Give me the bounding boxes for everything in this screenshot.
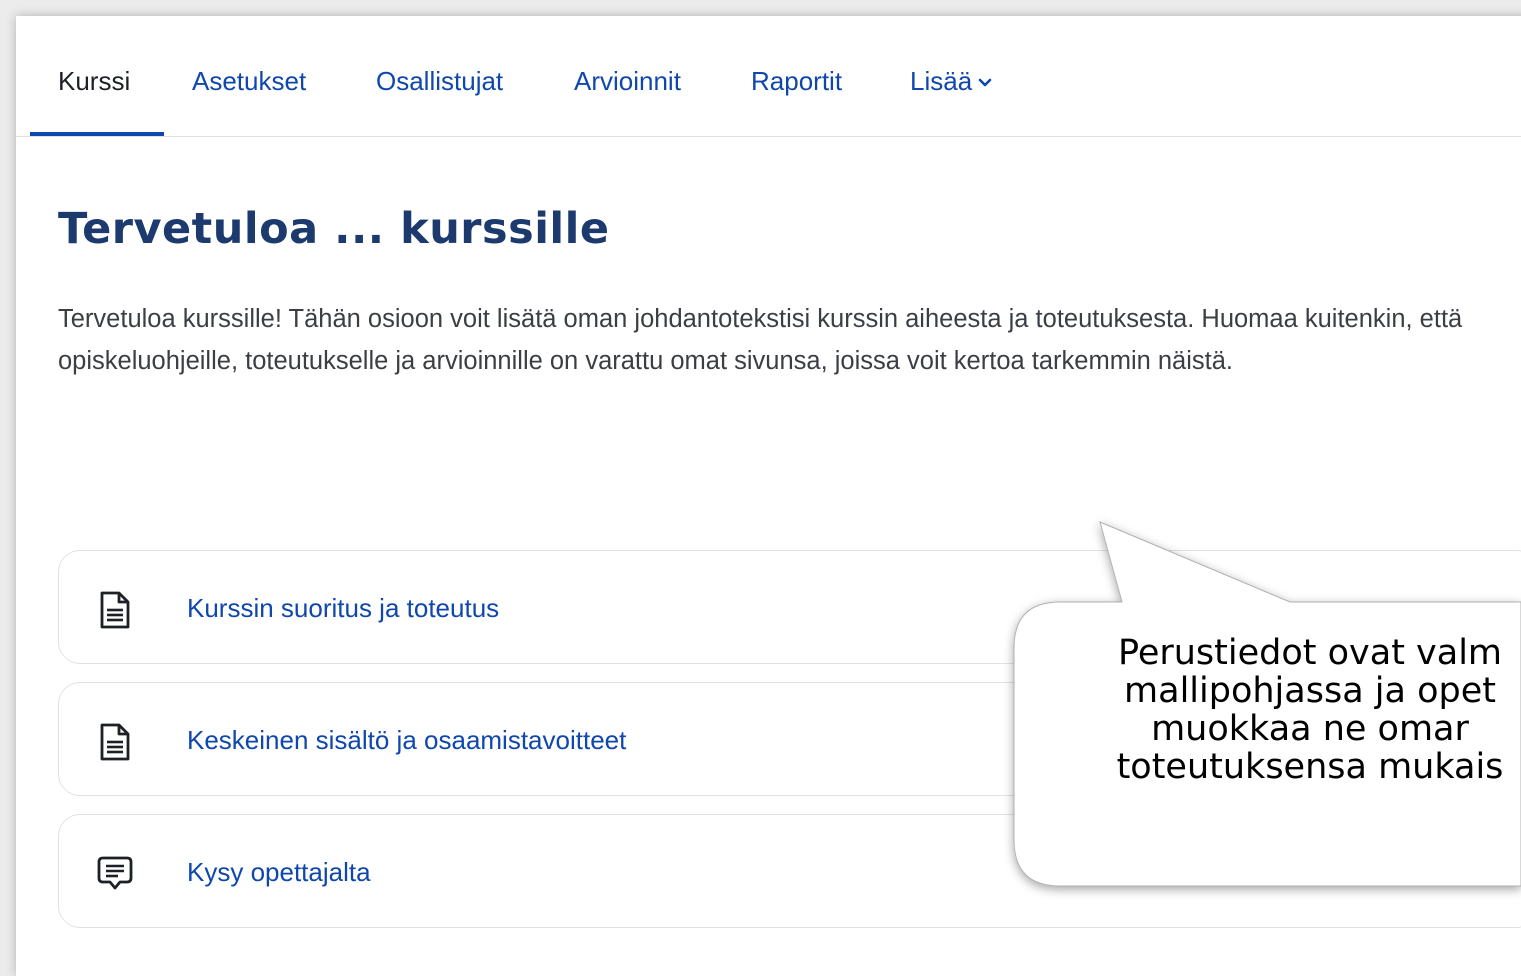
callout-line: mallipohjassa ja opet (1124, 671, 1496, 711)
callout-line: toteutuksensa mukais (1116, 747, 1504, 787)
callout-line: muokkaa ne omar (1151, 709, 1469, 749)
callout-text: Perustiedot ovat valm mallipohjassa ja o… (1050, 634, 1521, 786)
callout-bubble (1013, 521, 1521, 887)
callout-line: Perustiedot ovat valm (1117, 633, 1503, 673)
